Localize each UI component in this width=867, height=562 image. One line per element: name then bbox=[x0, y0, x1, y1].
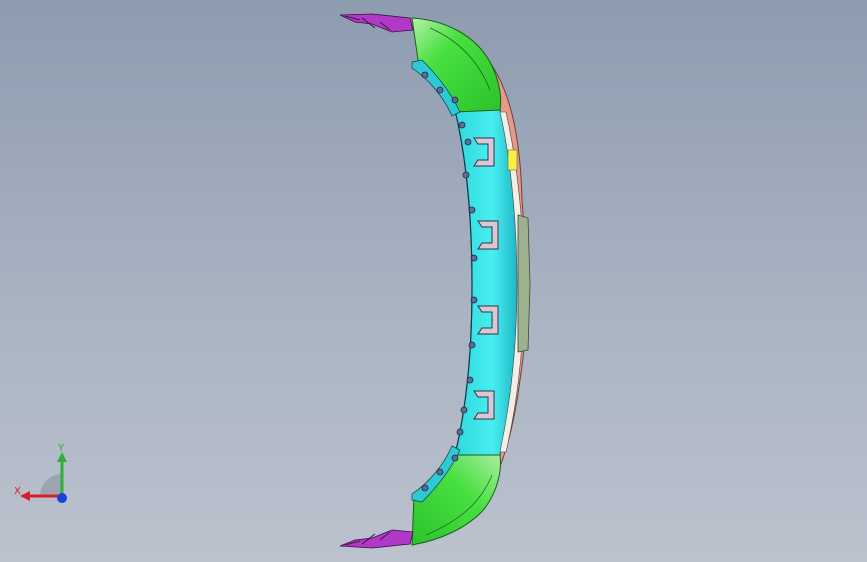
triad-plane-indicator bbox=[40, 474, 62, 496]
bumper-center-lip bbox=[517, 214, 531, 353]
bumper-clip bbox=[468, 206, 476, 214]
triad-z-axis-icon bbox=[57, 493, 67, 503]
bumper-clip bbox=[462, 171, 470, 179]
bumper-clip bbox=[468, 341, 476, 349]
bumper-clip bbox=[470, 254, 478, 262]
bumper-yellow-marker bbox=[507, 149, 518, 171]
bumper-clip bbox=[460, 406, 468, 414]
bumper-clip bbox=[456, 428, 464, 436]
bumper-clip bbox=[436, 468, 444, 476]
orientation-triad[interactable]: Y X bbox=[12, 440, 76, 510]
bumper-clip bbox=[436, 86, 444, 94]
cad-graphics-viewport[interactable]: Y X bbox=[0, 0, 867, 562]
bumper-clip bbox=[466, 376, 474, 384]
bumper-top-bracket bbox=[339, 13, 414, 33]
bumper-bottom-end-cap bbox=[411, 454, 501, 546]
bumper-clip bbox=[421, 71, 429, 79]
triad-y-label: Y bbox=[57, 443, 65, 454]
bumper-clip bbox=[464, 138, 472, 146]
bumper-bottom-bracket bbox=[339, 529, 414, 549]
bumper-3d-model[interactable] bbox=[0, 0, 867, 562]
bumper-clip bbox=[451, 96, 459, 104]
bumper-clip bbox=[451, 454, 459, 462]
bumper-clip bbox=[421, 484, 429, 492]
bumper-clip bbox=[470, 296, 478, 304]
bumper-clip bbox=[458, 121, 466, 129]
triad-x-label: X bbox=[14, 486, 21, 497]
triad-x-arrow-icon bbox=[20, 491, 30, 501]
